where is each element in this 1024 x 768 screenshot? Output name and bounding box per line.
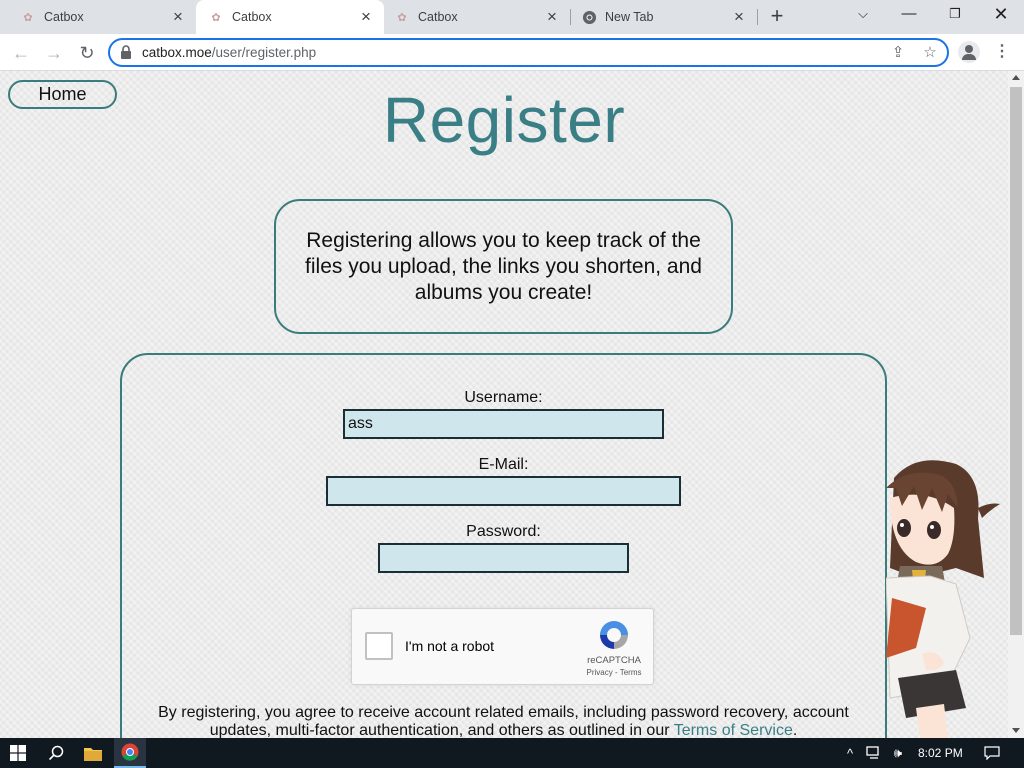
windows-start-icon[interactable] bbox=[0, 738, 36, 768]
close-tab-icon[interactable]: × bbox=[542, 7, 562, 27]
info-text: Registering allows you to keep track of … bbox=[305, 228, 702, 304]
volume-icon[interactable]: 🕪 bbox=[886, 738, 910, 768]
password-input[interactable] bbox=[378, 543, 629, 573]
lock-icon bbox=[121, 45, 131, 59]
catbox-favicon-icon: ✿ bbox=[397, 11, 407, 24]
scroll-up-icon[interactable] bbox=[1012, 75, 1020, 80]
close-window-icon[interactable]: ✕ bbox=[978, 0, 1024, 30]
browser-toolbar: ← → ↻ catbox.moe/user/register.php ⇪ ☆ ⋮ bbox=[0, 34, 1024, 71]
catbox-favicon-icon: ✿ bbox=[211, 11, 221, 24]
recaptcha-links: Privacy - Terms bbox=[582, 668, 646, 677]
new-tab-plus-icon[interactable]: + bbox=[764, 5, 790, 29]
recaptcha-privacy-link[interactable]: Privacy bbox=[587, 668, 613, 677]
show-hidden-icons-icon[interactable]: ^ bbox=[840, 738, 860, 768]
chrome-icon bbox=[581, 9, 597, 25]
scroll-down-icon[interactable] bbox=[1012, 728, 1020, 733]
tab-catbox-1[interactable]: ✿ Catbox × bbox=[0, 0, 196, 34]
scrollbar-thumb[interactable] bbox=[1010, 87, 1022, 635]
email-label: E-Mail: bbox=[478, 456, 529, 473]
reload-icon[interactable]: ↻ bbox=[74, 40, 100, 66]
close-tab-icon[interactable]: × bbox=[168, 7, 188, 27]
tab-title: Catbox bbox=[232, 10, 272, 24]
tab-separator bbox=[757, 9, 758, 25]
tab-new-tab[interactable]: New Tab × bbox=[571, 0, 757, 34]
share-icon[interactable]: ⇪ bbox=[888, 43, 908, 63]
tab-catbox-2[interactable]: ✿ Catbox × bbox=[196, 0, 384, 34]
url-text: catbox.moe/user/register.php bbox=[142, 45, 317, 60]
bookmark-star-icon[interactable]: ☆ bbox=[920, 43, 940, 63]
tab-title: New Tab bbox=[605, 10, 654, 24]
minimize-icon[interactable]: — bbox=[886, 0, 932, 30]
recaptcha-brand: reCAPTCHA bbox=[587, 655, 641, 666]
windows-taskbar: ^ 🕪 8:02 PM bbox=[0, 738, 1024, 768]
search-icon[interactable] bbox=[40, 738, 72, 768]
terms-end: . bbox=[792, 722, 798, 738]
tab-search-chevron-icon[interactable]: ⌵ bbox=[840, 0, 886, 30]
tab-title: Catbox bbox=[44, 10, 84, 24]
close-tab-icon[interactable]: × bbox=[729, 7, 749, 27]
restore-icon[interactable]: ❐ bbox=[932, 0, 978, 30]
recaptcha-checkbox[interactable] bbox=[365, 632, 393, 660]
chrome-taskbar-icon[interactable] bbox=[114, 738, 146, 768]
info-box: Registering allows you to keep track of … bbox=[274, 199, 733, 334]
recaptcha-terms-link[interactable]: Terms bbox=[620, 668, 642, 677]
tab-catbox-3[interactable]: ✿ Catbox × bbox=[384, 0, 570, 34]
password-label: Password: bbox=[466, 523, 541, 540]
recaptcha-logo-icon bbox=[600, 621, 628, 649]
tab-strip: ✿ Catbox × ✿ Catbox × ✿ Catbox × New Tab… bbox=[0, 0, 1024, 34]
recaptcha-link-separator: - bbox=[612, 668, 620, 677]
forward-arrow-icon[interactable]: → bbox=[41, 40, 67, 66]
file-explorer-icon[interactable] bbox=[78, 738, 108, 768]
clock-time[interactable]: 8:02 PM bbox=[918, 746, 963, 760]
tab-title: Catbox bbox=[418, 10, 458, 24]
terms-of-service-link[interactable]: Terms of Service bbox=[674, 722, 793, 738]
catbox-favicon-icon: ✿ bbox=[23, 11, 33, 24]
profile-avatar-icon[interactable] bbox=[958, 41, 980, 63]
recaptcha-widget: I'm not a robot reCAPTCHA Privacy - Term… bbox=[351, 608, 654, 685]
email-input[interactable] bbox=[326, 476, 681, 506]
more-menu-icon[interactable]: ⋮ bbox=[994, 42, 1010, 62]
notifications-icon[interactable] bbox=[980, 738, 1004, 768]
anime-girl-illustration bbox=[886, 460, 1000, 738]
address-bar[interactable]: catbox.moe/user/register.php ⇪ ☆ bbox=[108, 38, 949, 67]
recaptcha-label: I'm not a robot bbox=[405, 638, 495, 654]
username-label: Username: bbox=[464, 389, 543, 406]
close-tab-icon[interactable]: × bbox=[356, 7, 376, 27]
back-arrow-icon[interactable]: ← bbox=[8, 40, 34, 66]
page-scrollbar[interactable] bbox=[1008, 71, 1024, 738]
page-title: Register bbox=[382, 84, 626, 156]
username-input[interactable]: ass bbox=[343, 409, 664, 439]
page-viewport: Home Register Registering allows you to … bbox=[0, 71, 1008, 738]
terms-notice: By registering, you agree to receive acc… bbox=[140, 704, 867, 738]
network-icon[interactable] bbox=[862, 738, 886, 768]
